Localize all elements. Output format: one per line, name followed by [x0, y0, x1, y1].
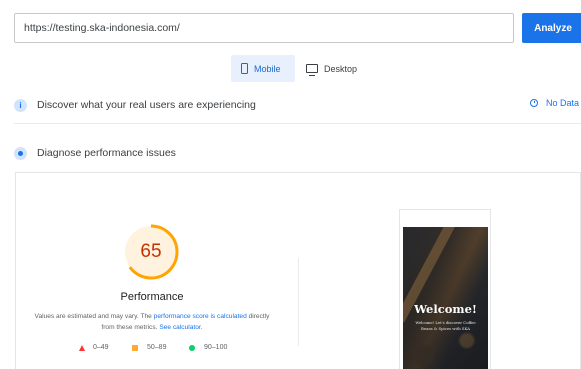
performance-gauge: 65 [122, 223, 180, 281]
lab-data-section: Diagnose performance issues [14, 143, 314, 163]
tab-mobile[interactable]: Mobile [231, 55, 295, 82]
screenshot-title: Welcome! [414, 302, 477, 316]
field-data-section: i Discover what your real users are expe… [14, 95, 581, 115]
no-data-label: No Data [545, 98, 579, 108]
section-divider [14, 123, 581, 124]
no-data-status: No Data [529, 98, 579, 108]
fail-triangle-icon [79, 344, 85, 351]
vertical-divider [298, 258, 299, 346]
tab-desktop-label: Desktop [324, 63, 358, 74]
legend-pass: 90–100 [189, 344, 227, 351]
legend-fail: 0–49 [79, 344, 109, 351]
field-data-heading: Discover what your real users are experi… [37, 99, 256, 111]
tab-mobile-label: Mobile [254, 63, 281, 74]
performance-label: Performance [120, 291, 184, 303]
score-calculated-link[interactable]: performance score is calculated [154, 313, 247, 320]
legend-average: 50–89 [132, 344, 166, 351]
clock-icon [529, 99, 538, 107]
legend-fail-label: 0–49 [93, 344, 109, 351]
users-info-icon: i [14, 98, 27, 112]
performance-score: 65 [140, 241, 162, 262]
monitor-icon [306, 64, 318, 76]
screenshot-subtitle: Welcome! Let's discover Coffee Beans & S… [415, 320, 476, 331]
tab-desktop[interactable]: Desktop [302, 55, 372, 82]
url-input[interactable] [14, 13, 514, 43]
performance-note: Values are estimated and may vary. The p… [30, 311, 274, 333]
see-calculator-link[interactable]: See calculator. [159, 324, 202, 331]
average-square-icon [132, 344, 138, 351]
lab-data-heading: Diagnose performance issues [37, 147, 176, 159]
diagnose-icon [14, 146, 27, 160]
analyze-button[interactable]: Analyze [522, 13, 581, 43]
phone-icon [241, 63, 248, 74]
legend-pass-label: 90–100 [204, 344, 228, 351]
legend-average-label: 50–89 [147, 344, 167, 351]
note-prefix: Values are estimated and may vary. The [34, 313, 154, 320]
pass-circle-icon [189, 344, 195, 351]
page-screenshot: Welcome! Welcome! Let's discover Coffee … [403, 227, 488, 369]
